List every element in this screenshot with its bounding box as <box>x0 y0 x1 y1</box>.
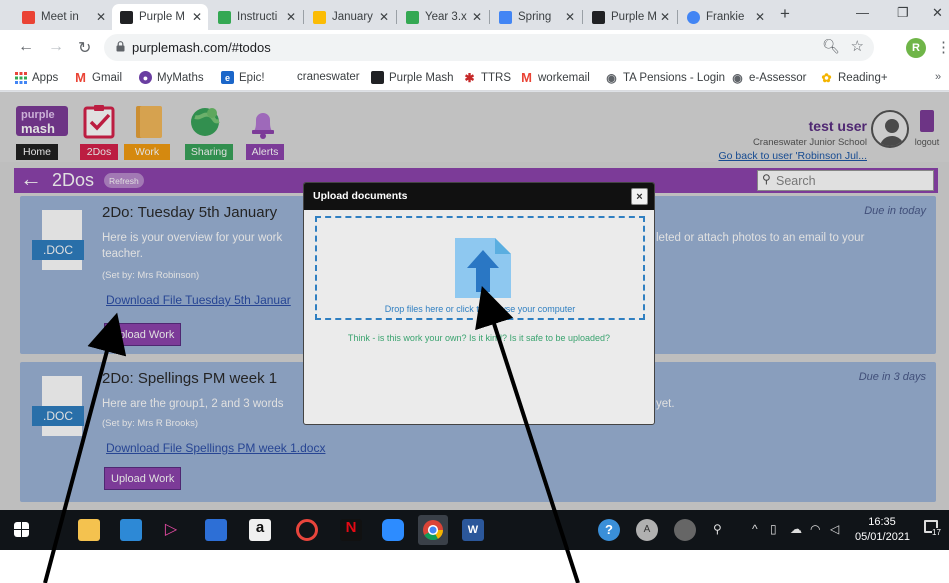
calendar-icon[interactable] <box>205 519 227 541</box>
purplemash-favicon-icon <box>592 10 605 24</box>
lock-icon <box>116 41 125 52</box>
bookmark-purplemash[interactable]: Purple Mash <box>371 71 454 84</box>
bookmark-craneswater[interactable]: craneswater <box>297 71 360 83</box>
safety-reminder: Think - is this work your own? Is it kin… <box>347 333 611 343</box>
bookmark-reading-plus[interactable]: ✿ Reading+ <box>820 70 887 85</box>
address-bar[interactable]: purplemash.com/#todos 🔍︎ ☆ <box>104 34 874 61</box>
classroom-favicon-icon <box>218 10 231 24</box>
bookmark-gmail[interactable]: M Gmail <box>74 70 122 85</box>
frankie-favicon-icon <box>687 10 700 24</box>
show-hidden-icons-chevron-icon[interactable]: ^ <box>752 522 758 536</box>
bookmark-star-icon[interactable]: ☆ <box>851 37 864 55</box>
bookmark-workemail[interactable]: M workemail <box>520 70 590 85</box>
windows-start-icon[interactable] <box>14 522 29 537</box>
url-text[interactable]: purplemash.com/#todos <box>132 40 271 55</box>
docs-favicon-icon <box>499 10 512 24</box>
netflix-icon[interactable]: N <box>340 519 362 541</box>
gmail-icon: M <box>75 70 86 85</box>
forward-arrow-icon[interactable]: → <box>48 38 64 56</box>
purplemash-icon <box>371 71 384 84</box>
globe-icon: ◉ <box>606 70 617 85</box>
file-drop-zone[interactable]: Drop files here or click to browse your … <box>315 216 645 320</box>
ttrs-icon: ✱ <box>464 70 475 85</box>
target-app-icon[interactable] <box>296 519 318 541</box>
people-icon[interactable]: ⚲ <box>713 522 722 536</box>
back-arrow-icon[interactable]: ← <box>18 38 34 56</box>
browser-tab-meet[interactable]: Meet in ✕ <box>14 4 112 30</box>
close-tab-icon[interactable]: ✕ <box>472 10 482 24</box>
bookmarks-overflow-icon[interactable]: » <box>935 71 941 83</box>
drive-favicon-icon <box>313 10 326 24</box>
plus-favicon-icon <box>406 10 419 24</box>
account-icon[interactable]: A <box>636 519 658 541</box>
close-dialog-button[interactable]: × <box>631 188 648 205</box>
bookmark-mymaths[interactable]: ● MyMaths <box>139 71 204 84</box>
bookmarks-bar: Apps M Gmail ● MyMaths e Epic! craneswat… <box>0 66 949 91</box>
help-icon[interactable]: ? <box>598 519 620 541</box>
browser-tab-january[interactable]: January ✕ <box>305 4 395 30</box>
meet-favicon-icon <box>22 10 35 24</box>
screenshot: Meet in ✕ Purple M ✕ Instructi ✕ January… <box>0 0 949 550</box>
close-tab-icon[interactable]: ✕ <box>192 10 202 24</box>
minimize-window-icon[interactable]: — <box>856 5 869 20</box>
bookmark-ta-pensions[interactable]: ◉ TA Pensions - Login <box>605 70 725 85</box>
new-tab-button[interactable]: + <box>780 4 790 24</box>
battery-icon[interactable]: ▯ <box>770 522 777 536</box>
close-tab-icon[interactable]: ✕ <box>755 10 765 24</box>
bookmark-e-assessor[interactable]: ◉ e-Assessor <box>731 70 806 85</box>
browser-tab-spring[interactable]: Spring ✕ <box>491 4 581 30</box>
windows-taskbar: ▷ a N W ? A ⚲ ^ ▯ ☁ ◠ ◁ 16:35 05/01/2021 <box>0 510 949 550</box>
reload-icon[interactable]: ↻ <box>78 38 91 58</box>
maximize-window-icon[interactable]: ❐ <box>897 5 909 21</box>
dialog-title: Upload documents <box>313 190 408 202</box>
file-explorer-icon[interactable] <box>78 519 100 541</box>
close-tab-icon[interactable]: ✕ <box>660 10 670 24</box>
browser-tab-purplemash-active[interactable]: Purple M ✕ <box>112 4 208 30</box>
onedrive-icon[interactable]: ☁ <box>790 522 802 536</box>
purplemash-favicon-icon <box>120 10 133 24</box>
close-tab-icon[interactable]: ✕ <box>565 10 575 24</box>
upload-file-icon <box>455 238 511 298</box>
close-tab-icon[interactable]: ✕ <box>286 10 296 24</box>
reading-icon: ✿ <box>821 70 832 85</box>
chrome-icon <box>423 520 444 541</box>
mymaths-icon: ● <box>139 71 152 84</box>
word-icon[interactable]: W <box>462 519 484 541</box>
close-tab-icon[interactable]: ✕ <box>379 10 389 24</box>
wifi-icon[interactable]: ◠ <box>810 522 820 536</box>
gmail-icon: M <box>521 70 532 85</box>
notification-center-icon[interactable]: 17 <box>924 520 942 538</box>
browser-tab-purplemash-2[interactable]: Purple M ✕ <box>584 4 676 30</box>
zoom-icon[interactable]: 🔍︎ <box>822 38 840 55</box>
bookmark-epic[interactable]: e Epic! <box>221 71 265 84</box>
apps-grid-icon <box>14 71 27 84</box>
close-window-icon[interactable]: ✕ <box>932 5 943 21</box>
bookmark-apps[interactable]: Apps <box>14 71 58 84</box>
browser-toolbar: ← → ↻ purplemash.com/#todos 🔍︎ ☆ R ⋮ <box>0 30 949 66</box>
amazon-icon[interactable]: a <box>249 519 271 541</box>
browser-menu-icon[interactable]: ⋮ <box>936 38 949 56</box>
globe-icon: ◉ <box>732 70 743 85</box>
browser-tab-frankie[interactable]: Frankie ✕ <box>679 4 771 30</box>
taskbar-clock[interactable]: 16:35 05/01/2021 <box>855 515 910 545</box>
power-automate-icon[interactable]: ▷ <box>160 519 182 541</box>
browser-tab-strip: Meet in ✕ Purple M ✕ Instructi ✕ January… <box>0 0 949 30</box>
purplemash-page: purple mash Home 2Dos Work Sharing Alert… <box>0 92 949 510</box>
browser-tab-instructions[interactable]: Instructi ✕ <box>210 4 302 30</box>
dialog-header: Upload documents × <box>304 183 654 210</box>
user-photo-icon[interactable] <box>674 519 696 541</box>
upload-documents-dialog: Upload documents × Drop files here or cl… <box>303 182 655 425</box>
drop-instructions: Drop files here or click to browse your … <box>384 304 576 314</box>
close-tab-icon[interactable]: ✕ <box>96 10 106 24</box>
zoom-app-icon[interactable] <box>382 519 404 541</box>
browser-tab-year3[interactable]: Year 3.x ✕ <box>398 4 488 30</box>
mail-icon[interactable] <box>120 519 142 541</box>
chrome-taskbar-active[interactable] <box>418 515 448 545</box>
epic-icon: e <box>221 71 234 84</box>
volume-icon[interactable]: ◁ <box>830 522 839 536</box>
bookmark-ttrs[interactable]: ✱ TTRS <box>463 70 511 85</box>
profile-avatar[interactable]: R <box>906 38 926 58</box>
